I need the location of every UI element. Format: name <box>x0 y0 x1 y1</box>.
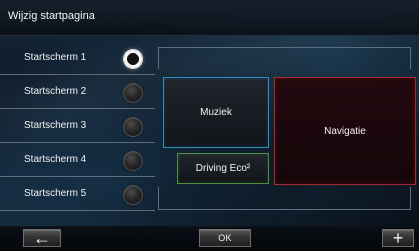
change-home-screen-page: Wijzig startpagina Startscherm 1 Startsc… <box>0 0 419 251</box>
startscreen-option-1-radio[interactable] <box>123 49 143 69</box>
driving-eco-tile-label: Driving Eco² <box>195 163 251 174</box>
startscreen-option-4[interactable]: Startscherm 4 <box>0 145 155 177</box>
startscreen-option-2-radio[interactable] <box>123 83 143 103</box>
startscreen-option-3-radio[interactable] <box>123 117 143 137</box>
startscreen-option-5-label: Startscherm 5 <box>24 188 87 199</box>
startscreen-option-4-label: Startscherm 4 <box>24 154 87 165</box>
startscreen-option-1[interactable]: Startscherm 1 <box>0 43 155 75</box>
plus-icon: + <box>392 228 404 248</box>
ok-button[interactable]: OK <box>199 229 251 247</box>
startscreen-option-5-radio[interactable] <box>123 185 143 205</box>
startscreen-option-3[interactable]: Startscherm 3 <box>0 111 155 143</box>
back-button[interactable]: ← <box>23 229 61 247</box>
page-title: Wijzig startpagina <box>8 10 95 22</box>
startscreen-option-2[interactable]: Startscherm 2 <box>0 77 155 109</box>
startscreen-option-3-label: Startscherm 3 <box>24 120 87 131</box>
navigatie-tile-label: Navigatie <box>324 125 366 137</box>
add-button[interactable]: + <box>382 229 414 247</box>
driving-eco-tile[interactable]: Driving Eco² <box>177 153 269 184</box>
startscreen-option-4-radio[interactable] <box>123 151 143 171</box>
title-bar: Wijzig startpagina <box>0 0 419 36</box>
muziek-tile[interactable]: Muziek <box>163 77 269 148</box>
ok-label: OK <box>218 233 232 243</box>
startscreen-option-2-label: Startscherm 2 <box>24 86 87 97</box>
muziek-tile-label: Muziek <box>200 107 232 118</box>
startscreen-option-5[interactable]: Startscherm 5 <box>0 179 155 211</box>
preview-bottom-frame <box>158 187 411 210</box>
preview-top-frame <box>158 47 411 69</box>
arrow-left-icon: ← <box>33 228 51 248</box>
startscreen-option-1-label: Startscherm 1 <box>24 52 87 63</box>
navigatie-tile[interactable]: Navigatie <box>274 77 416 185</box>
